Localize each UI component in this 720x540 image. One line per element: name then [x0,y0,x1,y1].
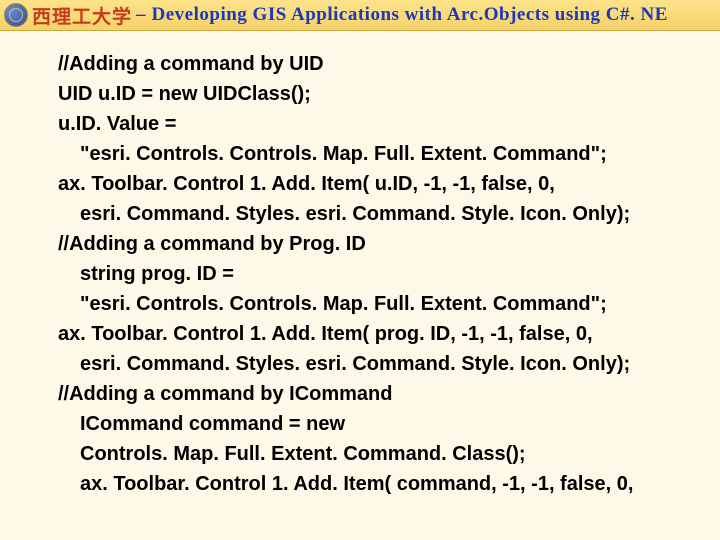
code-line: ICommand command = new [58,409,680,439]
code-line: //Adding a command by UID [58,49,680,79]
header-subtitle: Developing GIS Applications with Arc.Obj… [152,4,668,26]
code-line: //Adding a command by Prog. ID [58,229,680,259]
code-line: "esri. Controls. Controls. Map. Full. Ex… [58,139,680,169]
code-line: string prog. ID = [58,259,680,289]
code-line: ax. Toolbar. Control 1. Add. Item( u.ID,… [58,169,680,199]
code-line: Controls. Map. Full. Extent. Command. Cl… [58,439,680,469]
code-line: UID u.ID = new UIDClass(); [58,79,680,109]
code-line: esri. Command. Styles. esri. Command. St… [58,199,680,229]
university-logo-icon [4,3,28,27]
code-line: ax. Toolbar. Control 1. Add. Item( prog.… [58,319,680,349]
university-name: 西理工大学 [32,2,132,29]
code-line: "esri. Controls. Controls. Map. Full. Ex… [58,289,680,319]
slide-content: //Adding a command by UIDUID u.ID = new … [0,31,720,499]
slide: 西理工大学 – Developing GIS Applications with… [0,0,720,540]
code-line: u.ID. Value = [58,109,680,139]
code-line: //Adding a command by ICommand [58,379,680,409]
header-separator: – [136,4,146,26]
slide-header: 西理工大学 – Developing GIS Applications with… [0,0,720,31]
code-line: esri. Command. Styles. esri. Command. St… [58,349,680,379]
code-line: ax. Toolbar. Control 1. Add. Item( comma… [58,469,680,499]
